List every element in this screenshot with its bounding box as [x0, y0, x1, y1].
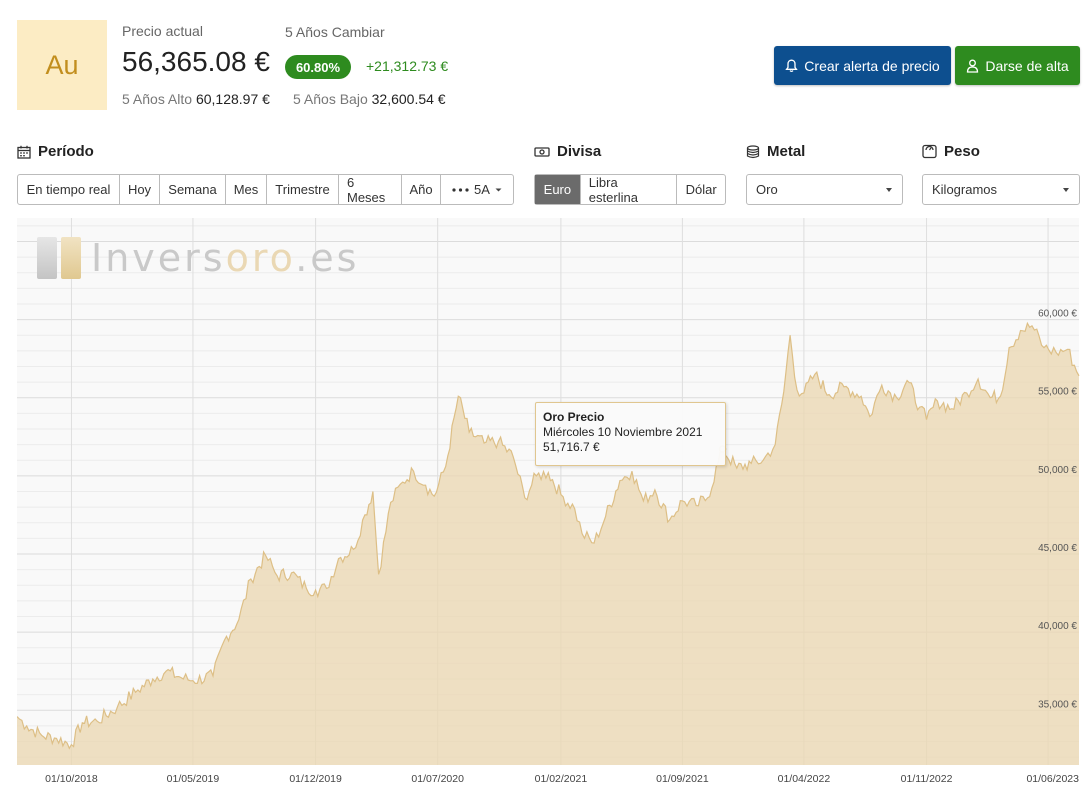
x-tick-label: 01/09/2021: [656, 773, 709, 785]
calendar-icon: [17, 145, 31, 159]
x-tick-label: 01/06/2023: [1026, 773, 1079, 785]
period-option-6months[interactable]: 6 Meses: [339, 175, 402, 205]
create-price-alert-button[interactable]: Crear alerta de precio: [774, 46, 951, 85]
metal-select[interactable]: Oro: [746, 174, 903, 205]
tooltip-title: Oro Precio: [543, 410, 605, 424]
currency-section-title: Divisa: [534, 143, 601, 160]
currency-option-dollar[interactable]: Dólar: [677, 175, 725, 204]
metal-select-value: Oro: [756, 182, 778, 197]
period-option-year[interactable]: Año: [402, 175, 441, 204]
weight-section-title: Peso: [922, 143, 980, 160]
inversoro-watermark: Inversoro.es: [37, 236, 359, 280]
x-tick-label: 01/05/2019: [167, 773, 220, 785]
price-chart[interactable]: 35,000 € 40,000 € 45,000 € 50,000 € 55,000 €…: [17, 218, 1085, 793]
coins-icon: [746, 144, 760, 158]
period-option-month[interactable]: Mes: [226, 175, 267, 204]
current-price: 56,365.08 €: [122, 46, 270, 77]
y-tick-label: 40,000 €: [1038, 621, 1077, 632]
money-bill-icon: [534, 146, 550, 157]
weight-select-value: Kilogramos: [932, 182, 998, 197]
low-label: 5 Años Bajo: [293, 91, 368, 107]
weight-select[interactable]: Kilogramos: [922, 174, 1080, 205]
metal-symbol-text: Au: [45, 49, 79, 80]
change-absolute: +21,312.73 €: [366, 58, 449, 74]
signup-label: Darse de alta: [985, 57, 1069, 74]
x-tick-label: 01/10/2018: [45, 773, 98, 785]
x-tick-label: 01/04/2022: [778, 773, 831, 785]
tooltip-value: 51,716.7 €: [543, 440, 600, 454]
metal-symbol: Au: [17, 20, 107, 110]
period-option-week[interactable]: Semana: [160, 175, 226, 204]
caret-down-icon: [495, 188, 502, 191]
caret-down-icon: [886, 188, 892, 192]
change-label: 5 Años Cambiar: [285, 24, 385, 40]
currency-option-pound[interactable]: Libra esterlina: [581, 175, 678, 205]
five-year-low: 5 Años Bajo 32,600.54 €: [293, 91, 446, 107]
period-more-dropdown[interactable]: 5A: [441, 175, 513, 204]
x-tick-label: 01/12/2019: [289, 773, 342, 785]
period-option-realtime[interactable]: En tiempo real: [18, 175, 120, 204]
currency-title-text: Divisa: [557, 143, 602, 160]
y-tick-label: 45,000 €: [1038, 543, 1077, 554]
caret-down-icon: [1063, 188, 1069, 192]
metal-section-title: Metal: [746, 143, 805, 160]
watermark-logo-icon: [37, 237, 81, 279]
currency-option-euro[interactable]: Euro: [535, 175, 581, 204]
weight-title-text: Peso: [944, 143, 980, 160]
y-tick-label: 35,000 €: [1038, 699, 1077, 710]
x-tick-label: 01/07/2020: [411, 773, 464, 785]
high-value: 60,128.97 €: [195, 91, 270, 107]
period-title-text: Período: [38, 143, 94, 160]
low-value: 32,600.54 €: [371, 91, 446, 107]
period-option-quarter[interactable]: Trimestre: [267, 175, 339, 204]
period-more-label: 5A: [474, 182, 490, 197]
x-tick-label: 01/11/2022: [901, 773, 953, 785]
five-year-high: 5 Años Alto 60,128.97 €: [122, 91, 270, 107]
currency-selector: Euro Libra esterlina Dólar: [534, 174, 726, 205]
watermark-text: Inversoro.es: [91, 236, 360, 280]
metal-title-text: Metal: [767, 143, 806, 160]
chart-tooltip: Oro Precio Miércoles 10 Noviembre 2021 5…: [535, 402, 726, 466]
weight-scale-icon: [922, 144, 937, 159]
y-tick-label: 60,000 €: [1038, 309, 1077, 320]
period-option-today[interactable]: Hoy: [120, 175, 160, 204]
x-tick-label: 01/02/2021: [535, 773, 588, 785]
y-tick-label: 50,000 €: [1038, 465, 1077, 476]
period-selector: En tiempo real Hoy Semana Mes Trimestre …: [17, 174, 514, 205]
signup-button[interactable]: Darse de alta: [955, 46, 1080, 85]
current-price-label: Precio actual: [122, 23, 203, 39]
high-label: 5 Años Alto: [122, 91, 193, 107]
user-icon: [967, 59, 979, 73]
tooltip-date: Miércoles 10 Noviembre 2021: [543, 425, 703, 439]
price-chart-svg: 35,000 € 40,000 € 45,000 € 50,000 € 55,000 €…: [17, 218, 1080, 785]
period-section-title: Período: [17, 143, 94, 160]
create-price-alert-label: Crear alerta de precio: [804, 57, 940, 74]
change-percent-badge: 60.80%: [285, 55, 351, 79]
bell-icon: [785, 59, 798, 72]
more-dots-icon: [452, 187, 469, 192]
y-tick-label: 55,000 €: [1038, 387, 1077, 398]
